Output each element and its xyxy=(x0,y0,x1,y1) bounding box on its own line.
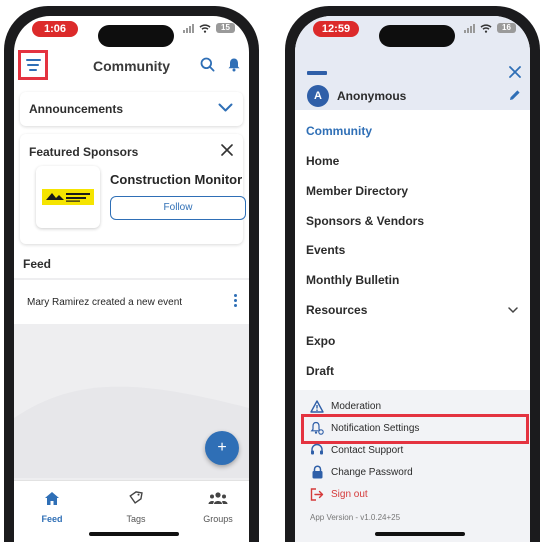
announcements-card[interactable]: Announcements xyxy=(20,92,243,126)
tag-icon xyxy=(129,491,143,504)
bottom-tab-bar: Feed Tags Groups xyxy=(14,480,249,542)
home-indicator xyxy=(375,532,465,536)
status-bar: 1:06 15 xyxy=(14,16,249,50)
dynamic-island xyxy=(98,25,174,47)
brand-logo xyxy=(307,71,327,75)
nav-item-community[interactable]: Community xyxy=(306,124,372,138)
status-icons: 15 xyxy=(183,23,235,33)
phone-right: 12:59 16 A Anonymous Community Home Memb… xyxy=(285,6,540,542)
drawer-header: 12:59 16 A Anonymous xyxy=(295,16,530,110)
chevron-down-icon[interactable] xyxy=(218,103,233,113)
signal-icon xyxy=(183,23,194,33)
status-bar: 12:59 16 xyxy=(295,16,530,50)
headset-icon xyxy=(311,443,323,455)
change-password-item[interactable]: Change Password xyxy=(310,465,413,479)
tab-label: Feed xyxy=(41,514,63,524)
drawer-footer: Moderation Notification Settings Contact… xyxy=(295,390,530,542)
construction-monitor-logo xyxy=(42,189,94,205)
signal-icon xyxy=(464,23,475,33)
notification-settings-item[interactable]: Notification Settings xyxy=(310,421,419,435)
nav-item-home[interactable]: Home xyxy=(306,154,339,168)
tab-feed[interactable]: Feed xyxy=(22,491,82,524)
featured-sponsors-label: Featured Sponsors xyxy=(29,145,139,159)
tab-label: Groups xyxy=(203,514,233,524)
sponsor-logo[interactable] xyxy=(36,166,100,228)
app-version: App Version - v1.0.24+25 xyxy=(310,513,401,522)
featured-sponsors-card: Featured Sponsors Construction Monitor F… xyxy=(20,134,246,244)
close-icon[interactable] xyxy=(509,66,521,78)
feed-item[interactable]: Mary Ramirez created a new event xyxy=(14,280,249,324)
nav-item-sponsors-vendors[interactable]: Sponsors & Vendors xyxy=(306,214,424,228)
sign-out-label: Sign out xyxy=(331,488,368,500)
contact-support-label: Contact Support xyxy=(331,444,404,456)
community-feed-screen: 1:06 15 Community Announcements Featured… xyxy=(14,16,249,542)
user-name: Anonymous xyxy=(337,89,407,103)
nav-item-monthly-bulletin[interactable]: Monthly Bulletin xyxy=(306,273,399,287)
nav-item-member-directory[interactable]: Member Directory xyxy=(306,184,408,198)
nav-item-expo[interactable]: Expo xyxy=(306,334,335,348)
nav-item-draft[interactable]: Draft xyxy=(306,364,334,378)
tab-groups[interactable]: Groups xyxy=(188,491,248,524)
home-icon xyxy=(45,492,59,505)
status-icons: 16 xyxy=(464,23,516,33)
announcements-label: Announcements xyxy=(29,102,124,116)
tab-tags[interactable]: Tags xyxy=(106,491,166,524)
navigation-drawer-screen: 12:59 16 A Anonymous Community Home Memb… xyxy=(295,16,530,542)
contact-support-item[interactable]: Contact Support xyxy=(310,443,403,457)
logo-mark-icon xyxy=(46,193,90,202)
home-indicator xyxy=(89,532,179,536)
sign-out-item[interactable]: Sign out xyxy=(310,487,368,501)
moderation-label: Moderation xyxy=(331,400,382,412)
avatar: A xyxy=(307,85,329,107)
follow-button[interactable]: Follow xyxy=(110,196,246,220)
signout-icon xyxy=(310,487,324,501)
search-icon[interactable] xyxy=(200,57,215,72)
drawer-nav: Community Home Member Directory Sponsors… xyxy=(295,110,530,390)
chevron-down-icon[interactable] xyxy=(508,307,518,314)
nav-item-events[interactable]: Events xyxy=(306,243,345,257)
bell-icon[interactable] xyxy=(227,57,241,72)
notification-settings-label: Notification Settings xyxy=(331,422,420,434)
battery-icon: 16 xyxy=(497,23,516,33)
close-icon[interactable] xyxy=(221,144,233,156)
app-header: Community xyxy=(14,50,249,90)
tab-label: Tags xyxy=(126,514,146,524)
wifi-icon xyxy=(480,23,492,33)
header-actions xyxy=(200,57,241,72)
add-post-button[interactable]: + xyxy=(205,431,239,465)
sponsor-name: Construction Monitor xyxy=(110,172,243,187)
change-password-label: Change Password xyxy=(331,466,413,478)
battery-icon: 15 xyxy=(216,23,235,33)
warning-icon xyxy=(310,399,324,413)
lock-icon xyxy=(312,465,322,479)
status-time: 1:06 xyxy=(32,21,78,37)
wifi-icon xyxy=(199,23,211,33)
nav-item-resources[interactable]: Resources xyxy=(306,303,367,317)
moderation-item[interactable]: Moderation xyxy=(310,399,381,413)
feed-section-label: Feed xyxy=(23,257,52,271)
more-options-icon[interactable] xyxy=(234,294,237,307)
phone-left: 1:06 15 Community Announcements Featured… xyxy=(4,6,259,542)
feed-item-text: Mary Ramirez created a new event xyxy=(27,297,183,308)
bell-settings-icon xyxy=(310,421,324,435)
groups-icon xyxy=(208,492,228,504)
edit-pencil-icon[interactable] xyxy=(509,89,521,101)
dynamic-island xyxy=(379,25,455,47)
status-time: 12:59 xyxy=(313,21,359,37)
